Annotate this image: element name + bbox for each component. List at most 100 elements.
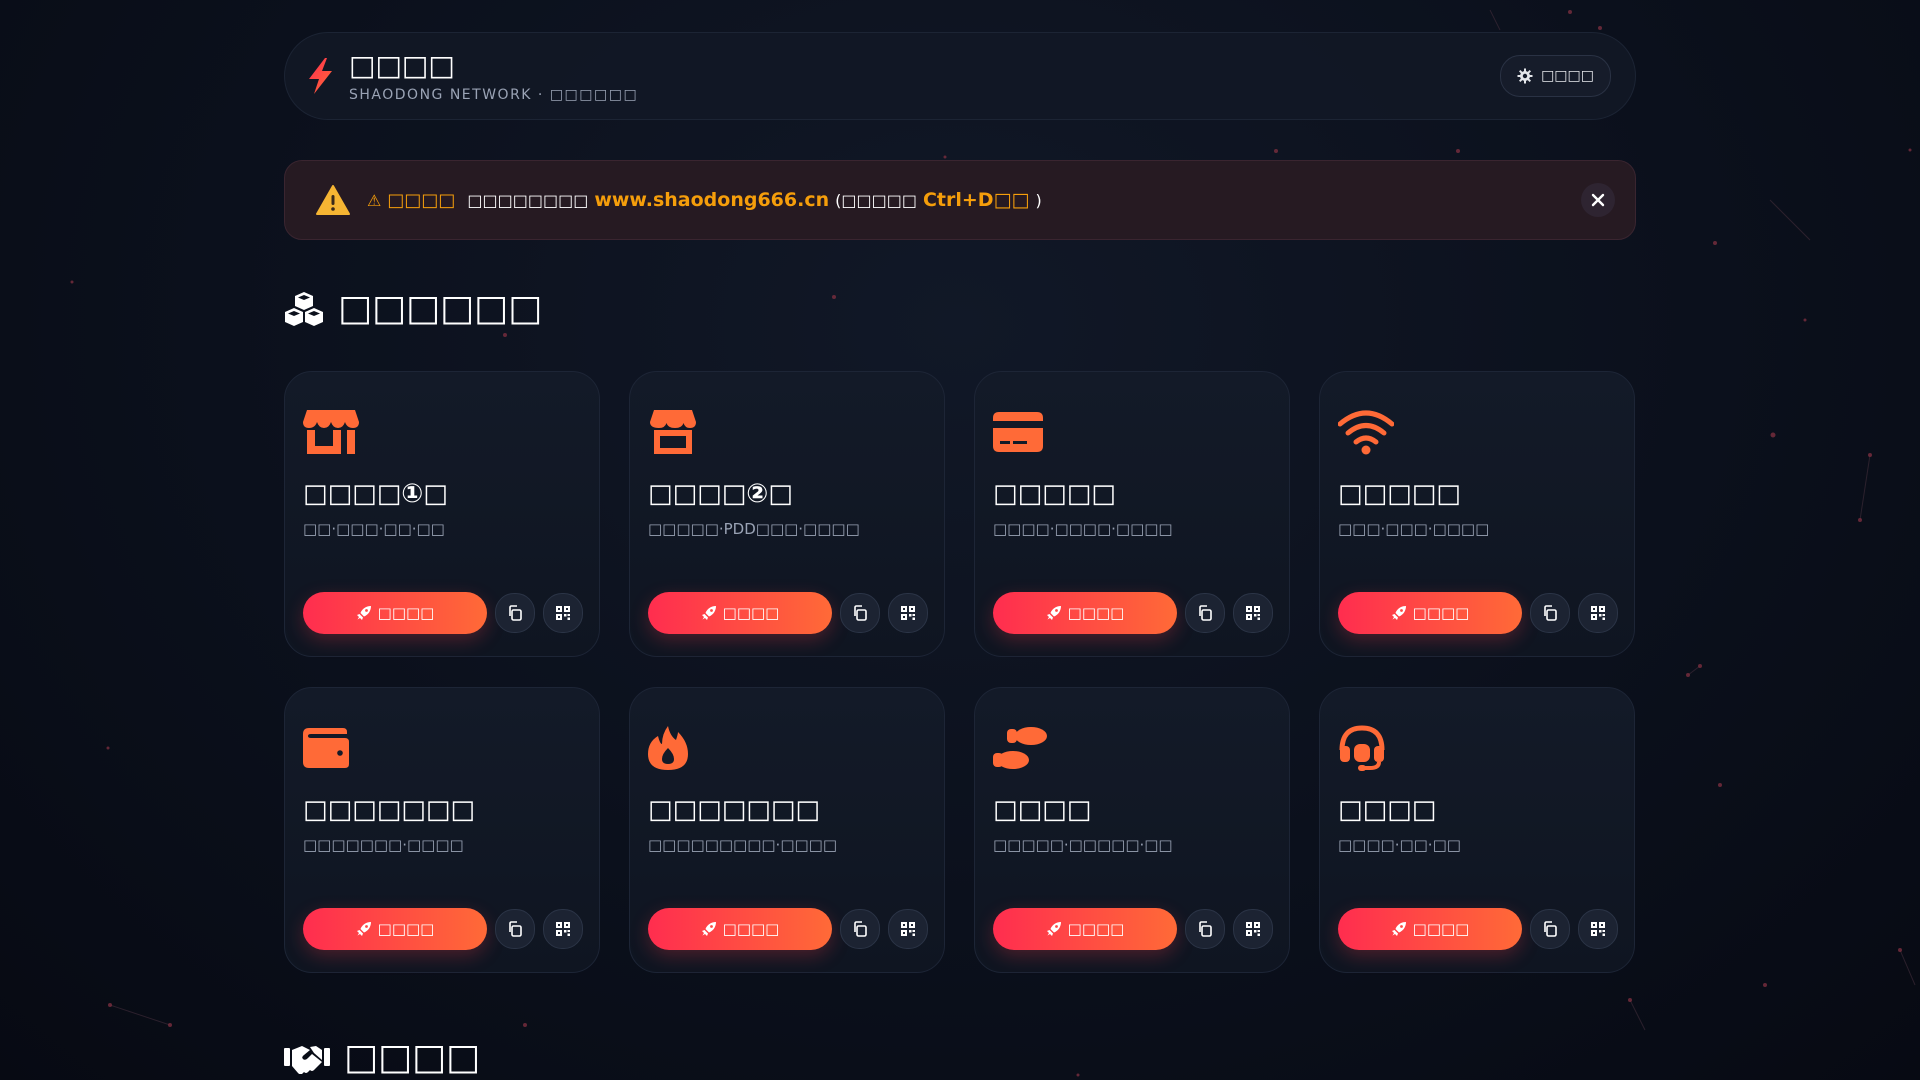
notice-label: □□□□ (387, 189, 456, 211)
copy-link-button[interactable] (1185, 909, 1225, 949)
qrcode-button[interactable] (1578, 909, 1618, 949)
card-actions: □□□□ (1338, 592, 1618, 634)
open-link-label: □□□□ (377, 604, 435, 622)
open-link-button[interactable]: □□□□ (1338, 592, 1522, 634)
tools-section-title: □□□□□□ (284, 288, 1636, 329)
store-icon (303, 408, 359, 456)
shoe-prints-icon (993, 724, 1049, 772)
headset-icon (1338, 724, 1394, 772)
copy-icon (1199, 605, 1212, 621)
open-link-label: □□□□ (1412, 604, 1470, 622)
card-actions: □□□□ (648, 592, 928, 634)
copy-icon (854, 605, 867, 621)
card-actions: □□□□ (993, 908, 1273, 950)
qrcode-icon (556, 922, 570, 936)
card-title: □□□□ (1338, 795, 1437, 825)
tool-card: □□□□□ □□□□·□□□□·□□□□ □□□□ (974, 371, 1290, 657)
qrcode-button[interactable] (543, 593, 583, 633)
notice-message: □□□□□□□□ (467, 190, 589, 210)
card-description: □□□□□·PDD□□□·□□□□ (648, 520, 860, 538)
tool-card: □□□□②□ □□□□□·PDD□□□·□□□□ □□□□ (629, 371, 945, 657)
wifi-icon (1338, 408, 1394, 456)
shop-icon (648, 408, 704, 456)
notice-paren-close: ) (1035, 190, 1042, 210)
card-title: □□□□□ (1338, 479, 1461, 509)
tool-card: □□□□□□□ □□□□□□□□□·□□□□ □□□□ (629, 687, 945, 973)
card-title: □□□□□□□ (303, 795, 475, 825)
brand-block: □□□□ SHAODONG NETWORK · □□□□□□ (349, 49, 1500, 103)
tool-card: □□□□□ □□□·□□□·□□□□ □□□□ (1319, 371, 1635, 657)
card-title: □□□□□□□ (648, 795, 820, 825)
tool-card: □□□□①□ □□·□□□·□□·□□ □□□□ (284, 371, 600, 657)
partners-section-title: □□□□ (284, 1037, 1636, 1078)
open-link-label: □□□□ (722, 920, 780, 938)
site-title: □□□□ (349, 49, 455, 82)
open-link-button[interactable]: □□□□ (303, 908, 487, 950)
open-link-button[interactable]: □□□□ (303, 592, 487, 634)
partners-title-text: □□□□ (344, 1037, 481, 1078)
tool-card: □□□□□□□ □□□□□□□·□□□□ □□□□ (284, 687, 600, 973)
copy-link-button[interactable] (1530, 909, 1570, 949)
copy-link-button[interactable] (1185, 593, 1225, 633)
notice-paren-open: (□□□□□ (835, 190, 917, 210)
open-link-label: □□□□ (1067, 604, 1125, 622)
copy-icon (1544, 921, 1557, 937)
open-link-label: □□□□ (1067, 920, 1125, 938)
notice-url[interactable]: www.shaodong666.cn (594, 189, 829, 211)
copy-icon (509, 605, 522, 621)
qrcode-icon (1246, 922, 1260, 936)
domain-notice-banner: ⚠ □□□□ □□□□□□□□ www.shaodong666.cn (□□□□… (284, 160, 1636, 240)
card-title: □□□□②□ (648, 479, 793, 509)
close-icon (1591, 193, 1605, 207)
rocket-icon (701, 921, 717, 937)
copy-link-button[interactable] (495, 909, 535, 949)
rocket-icon (356, 605, 372, 621)
qrcode-button[interactable] (888, 909, 928, 949)
card-description: □□□□□·□□□□□·□□ (993, 836, 1173, 854)
rocket-icon (1046, 921, 1062, 937)
card-description: □□□□□□□□□·□□□□ (648, 836, 838, 854)
open-link-label: □□□□ (377, 920, 435, 938)
qrcode-button[interactable] (1233, 909, 1273, 949)
qrcode-icon (1591, 606, 1605, 620)
qrcode-button[interactable] (1578, 593, 1618, 633)
copy-link-button[interactable] (1530, 593, 1570, 633)
card-actions: □□□□ (1338, 908, 1618, 950)
warning-triangle-icon (315, 184, 351, 216)
open-link-label: □□□□ (1412, 920, 1470, 938)
open-link-button[interactable]: □□□□ (993, 592, 1177, 634)
card-description: □□·□□□·□□·□□ (303, 520, 445, 538)
wallet-icon (303, 724, 359, 772)
qrcode-icon (901, 606, 915, 620)
qrcode-button[interactable] (888, 593, 928, 633)
lightning-bolt-icon (305, 56, 335, 96)
close-notice-button[interactable] (1581, 183, 1615, 217)
open-link-button[interactable]: □□□□ (1338, 908, 1522, 950)
open-link-label: □□□□ (722, 604, 780, 622)
rocket-icon (356, 921, 372, 937)
credit-card-icon (993, 408, 1049, 456)
cubes-icon (284, 291, 324, 327)
card-description: □□□□□□□·□□□□ (303, 836, 464, 854)
open-link-button[interactable]: □□□□ (648, 592, 832, 634)
qrcode-icon (1246, 606, 1260, 620)
site-subtitle: SHAODONG NETWORK · □□□□□□ (349, 87, 639, 103)
fire-icon (648, 724, 704, 772)
card-actions: □□□□ (303, 592, 583, 634)
card-description: □□□□·□□□□·□□□□ (993, 520, 1173, 538)
warning-small-icon: ⚠ (367, 190, 382, 210)
qrcode-button[interactable] (543, 909, 583, 949)
copy-link-button[interactable] (840, 909, 880, 949)
open-link-button[interactable]: □□□□ (648, 908, 832, 950)
copy-icon (1199, 921, 1212, 937)
tool-card: □□□□ □□□□□·□□□□□·□□ □□□□ (974, 687, 1290, 973)
open-link-button[interactable]: □□□□ (993, 908, 1177, 950)
tools-title-text: □□□□□□ (338, 288, 543, 329)
card-description: □□□□·□□·□□ (1338, 836, 1461, 854)
settings-label: □□□□ (1541, 68, 1594, 84)
card-actions: □□□□ (648, 908, 928, 950)
copy-link-button[interactable] (495, 593, 535, 633)
qrcode-button[interactable] (1233, 593, 1273, 633)
settings-button[interactable]: □□□□ (1500, 55, 1611, 97)
copy-link-button[interactable] (840, 593, 880, 633)
